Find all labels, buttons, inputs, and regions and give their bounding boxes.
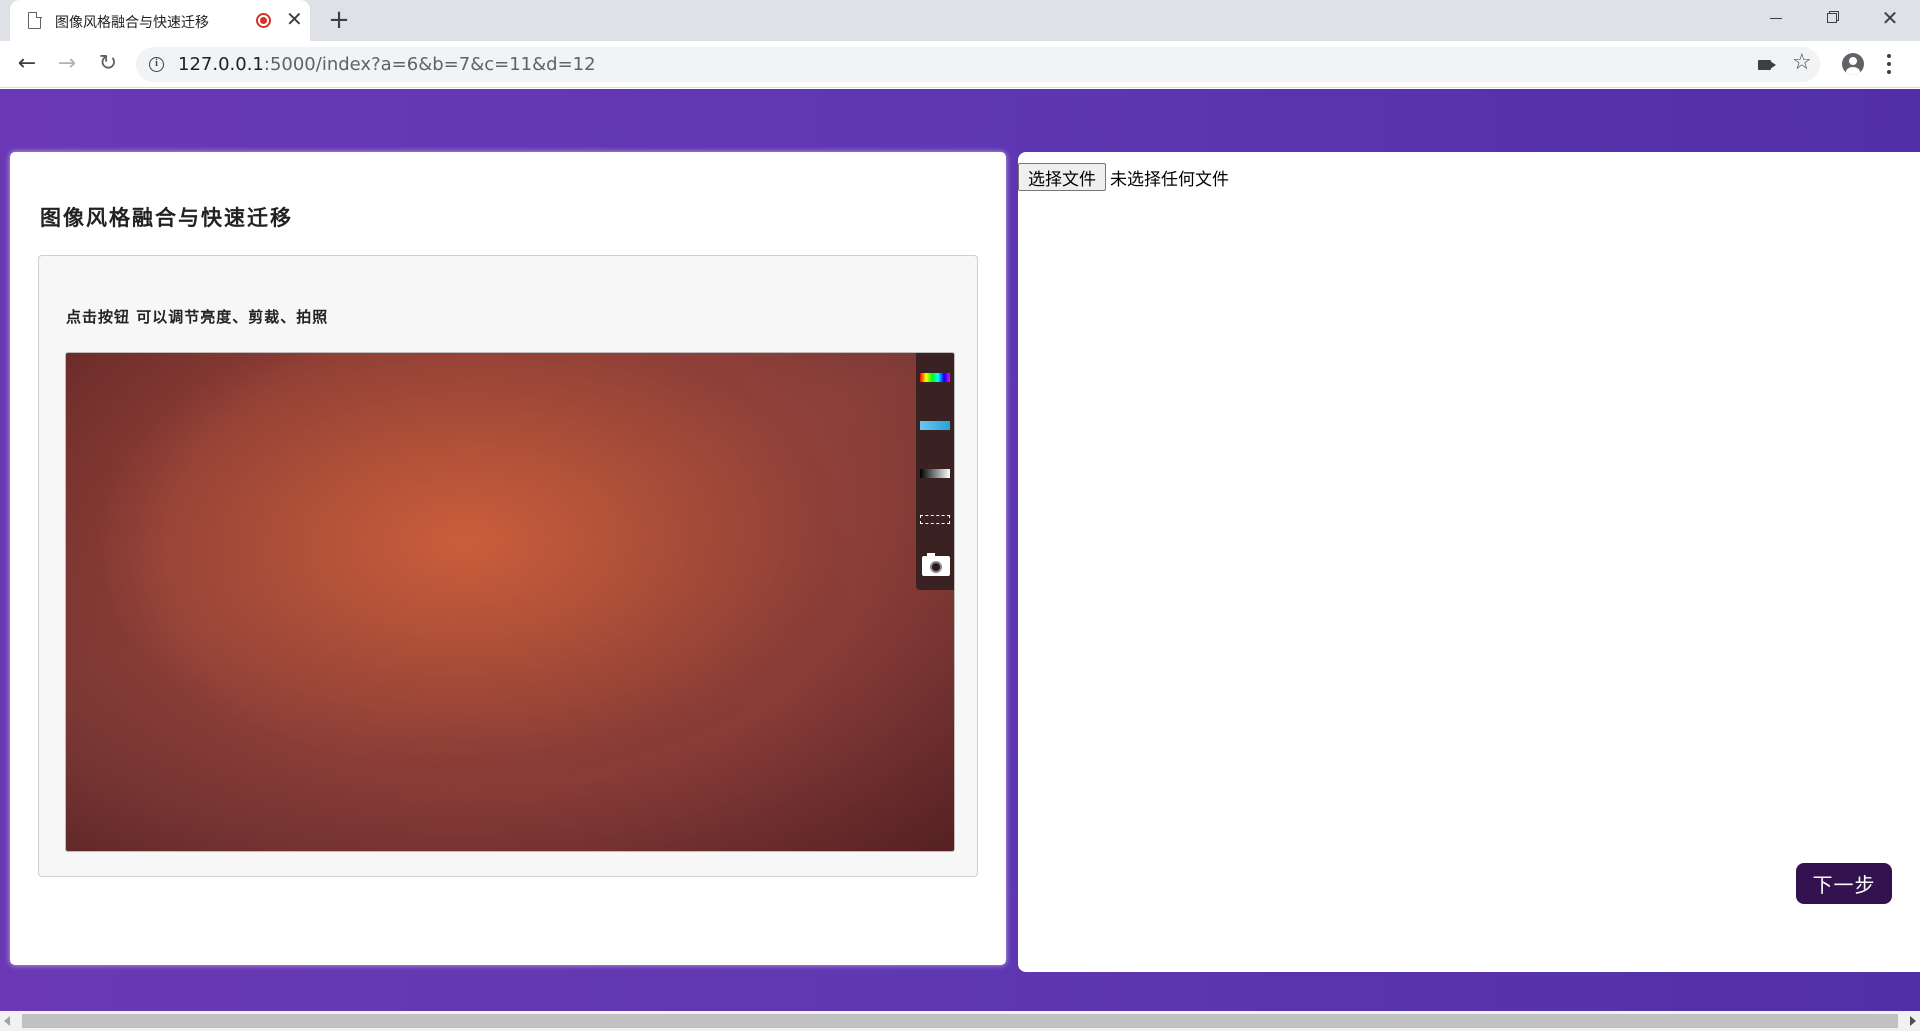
file-input: 选择文件 未选择任何文件 (1018, 163, 1229, 191)
color-filter-icon[interactable] (920, 373, 950, 382)
restore-button[interactable] (1806, 0, 1860, 36)
grayscale-filter-icon[interactable] (920, 469, 950, 478)
file-status: 未选择任何文件 (1110, 169, 1229, 190)
browser-toolbar: ← → ↻ i 127.0.0.1:5000/index?a=6&b=7&c=1… (0, 41, 1920, 88)
scroll-left-icon[interactable] (4, 1016, 10, 1026)
close-icon[interactable]: ✕ (286, 9, 303, 29)
file-icon (28, 11, 42, 29)
page-title: 图像风格融合与快速迁移 (40, 205, 293, 230)
webcam-hint: 点击按钮 可以调节亮度、剪裁、拍照 (66, 308, 329, 326)
camera-icon[interactable] (1758, 60, 1771, 70)
url-path: :5000/index?a=6&b=7&c=11&d=12 (263, 54, 596, 75)
reload-icon[interactable]: ↻ (93, 49, 123, 79)
webcam-panel: 点击按钮 可以调节亮度、剪裁、拍照 (38, 255, 978, 877)
minimize-button[interactable] (1749, 0, 1803, 36)
url-host: 127.0.0.1 (178, 54, 264, 75)
webcam-video (65, 352, 955, 852)
forward-icon[interactable]: → (52, 49, 82, 79)
url-text[interactable]: 127.0.0.1:5000/index?a=6&b=7&c=11&d=12 (178, 54, 596, 75)
crop-icon[interactable] (920, 515, 950, 524)
page-viewport: 图像风格融合与快速迁移 点击按钮 可以调节亮度、剪裁、拍照 选择文件 未选择任何… (0, 89, 1920, 1011)
info-icon[interactable]: i (149, 57, 164, 72)
webcam-card: 图像风格融合与快速迁移 点击按钮 可以调节亮度、剪裁、拍照 (10, 152, 1006, 965)
recording-icon (256, 13, 271, 28)
snapshot-camera-icon[interactable] (922, 553, 950, 576)
choose-file-button[interactable]: 选择文件 (1018, 163, 1106, 191)
window-close-button[interactable]: ✕ (1863, 0, 1917, 36)
upload-card: 选择文件 未选择任何文件 下一步 (1018, 152, 1920, 972)
scroll-right-icon[interactable] (1910, 1016, 1916, 1026)
video-vignette (66, 353, 954, 851)
back-icon[interactable]: ← (12, 49, 42, 79)
profile-icon[interactable] (1842, 53, 1864, 75)
horizontal-scrollbar[interactable] (0, 1011, 1920, 1031)
blue-filter-icon[interactable] (920, 421, 950, 430)
star-icon[interactable]: ☆ (1792, 50, 1812, 75)
tab-strip: 图像风格融合与快速迁移 ✕ + ✕ (0, 0, 1920, 41)
tab-title: 图像风格融合与快速迁移 (55, 15, 209, 31)
filter-toolbar (916, 353, 954, 590)
menu-icon[interactable] (1885, 52, 1893, 78)
plus-icon[interactable]: + (325, 6, 353, 34)
next-button[interactable]: 下一步 (1796, 863, 1892, 904)
scrollbar-thumb[interactable] (22, 1014, 1898, 1028)
address-bar[interactable]: i 127.0.0.1:5000/index?a=6&b=7&c=11&d=12… (136, 47, 1820, 82)
browser-tab[interactable]: 图像风格融合与快速迁移 ✕ (10, 0, 310, 41)
